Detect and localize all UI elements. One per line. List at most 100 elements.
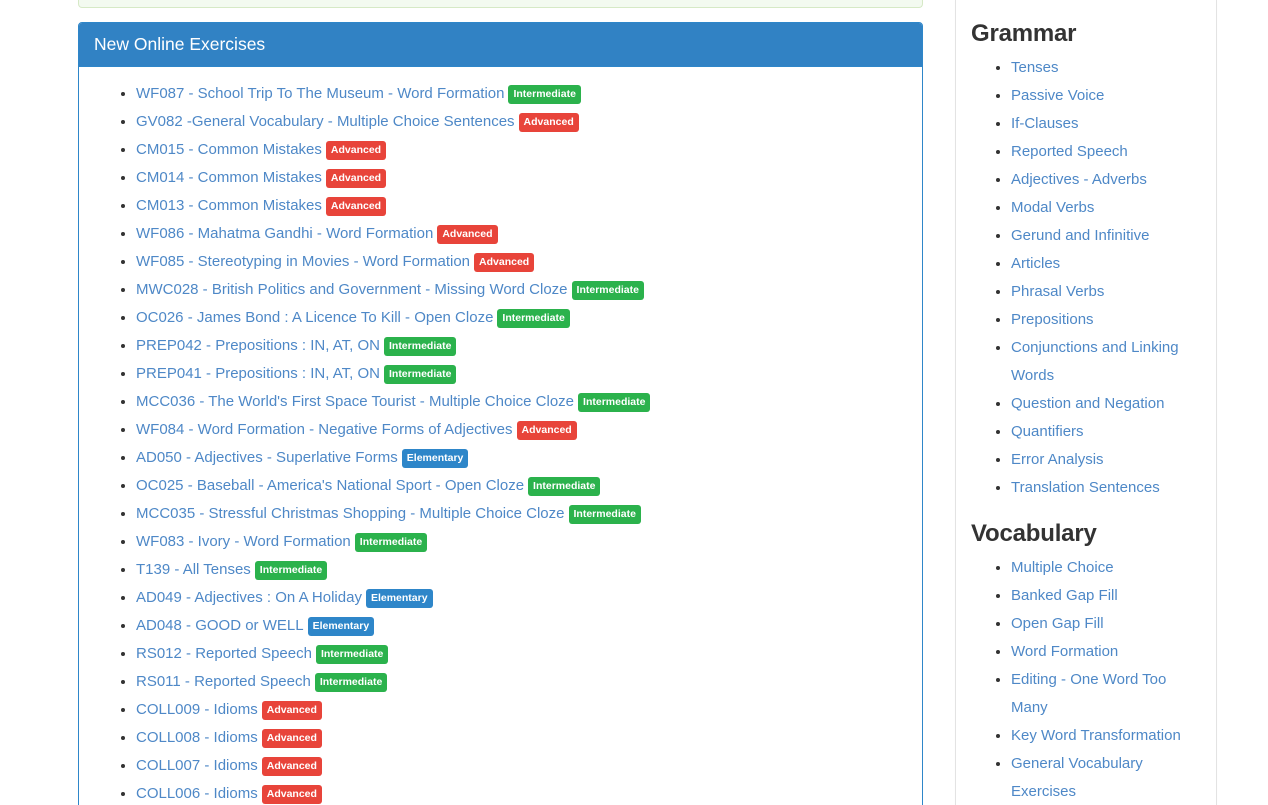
level-badge: Advanced: [262, 757, 322, 776]
level-badge: Intermediate: [578, 393, 650, 412]
exercise-link[interactable]: WF087 - School Trip To The Museum - Word…: [136, 85, 504, 102]
vocabulary-list: Multiple Choice Banked Gap Fill Open Gap F…: [971, 554, 1201, 805]
level-badge: Advanced: [517, 421, 577, 440]
exercise-link[interactable]: RS011 - Reported Speech: [136, 673, 311, 690]
sidebar-list-item: If-Clauses: [1011, 110, 1201, 138]
grammar-list: Tenses Passive Voice If-Clauses Reported Sp…: [971, 54, 1201, 502]
exercise-list-item: MCC036 - The World's First Space Tourist…: [136, 388, 907, 416]
exercise-link[interactable]: WF084 - Word Formation - Negative Forms …: [136, 421, 513, 438]
sidebar-list-item: Prepositions: [1011, 306, 1201, 334]
grammar-link[interactable]: Error Analysis: [1011, 451, 1104, 468]
exercise-list-item: AD049 - Adjectives : On A HolidayElement…: [136, 584, 907, 612]
exercise-link[interactable]: RS012 - Reported Speech: [136, 645, 312, 662]
grammar-link[interactable]: Quantifiers: [1011, 423, 1084, 440]
level-badge: Intermediate: [384, 365, 456, 384]
sidebar-list-item: Translation Sentences: [1011, 474, 1201, 502]
level-badge: Advanced: [474, 253, 534, 272]
grammar-link[interactable]: Adjectives - Adverbs: [1011, 171, 1147, 188]
exercise-link[interactable]: WF086 - Mahatma Gandhi - Word Formation: [136, 225, 433, 242]
exercise-list-item: COLL009 - IdiomsAdvanced: [136, 696, 907, 724]
exercise-list-item: WF086 - Mahatma Gandhi - Word FormationA…: [136, 220, 907, 248]
exercise-link[interactable]: OC025 - Baseball - America's National Sp…: [136, 477, 524, 494]
exercise-link[interactable]: AD050 - Adjectives - Superlative Forms: [136, 449, 398, 466]
sidebar-list-item: Error Analysis: [1011, 446, 1201, 474]
right-sidebar: Grammar TensesPassive VoiceIf-ClausesRep…: [955, 0, 1217, 805]
exercise-list-item: GV082 -General Vocabulary - Multiple Cho…: [136, 108, 907, 136]
exercise-link[interactable]: GV082 -General Vocabulary - Multiple Cho…: [136, 113, 515, 130]
vocabulary-link[interactable]: Word Formation: [1011, 643, 1118, 660]
grammar-link[interactable]: Articles: [1011, 255, 1060, 272]
exercise-list-item: MCC035 - Stressful Christmas Shopping - …: [136, 500, 907, 528]
level-badge: Intermediate: [497, 309, 569, 328]
exercise-link[interactable]: COLL008 - Idioms: [136, 729, 258, 746]
exercise-link[interactable]: AD049 - Adjectives : On A Holiday: [136, 589, 362, 606]
exercise-link[interactable]: CM015 - Common Mistakes: [136, 141, 322, 158]
exercise-link[interactable]: CM013 - Common Mistakes: [136, 197, 322, 214]
exercise-list-item: T139 - All TensesIntermediate: [136, 556, 907, 584]
panel-title: New Online Exercises: [94, 34, 907, 54]
grammar-link[interactable]: Phrasal Verbs: [1011, 283, 1104, 300]
exercise-link[interactable]: AD048 - GOOD or WELL: [136, 617, 304, 634]
grammar-link[interactable]: If-Clauses: [1011, 115, 1079, 132]
exercise-link[interactable]: COLL007 - Idioms: [136, 757, 258, 774]
sidebar-list-item: Phrasal Verbs: [1011, 278, 1201, 306]
grammar-link[interactable]: Question and Negation: [1011, 395, 1164, 412]
exercise-link[interactable]: COLL009 - Idioms: [136, 701, 258, 718]
grammar-link[interactable]: Modal Verbs: [1011, 199, 1094, 216]
exercise-link[interactable]: T139 - All Tenses: [136, 561, 251, 578]
exercise-list-item: AD048 - GOOD or WELLElementary: [136, 612, 907, 640]
grammar-link[interactable]: Reported Speech: [1011, 143, 1128, 160]
exercise-link[interactable]: OC026 - James Bond : A Licence To Kill -…: [136, 309, 493, 326]
vocabulary-link[interactable]: Multiple Choice: [1011, 559, 1114, 576]
exercise-link[interactable]: COLL006 - Idioms: [136, 785, 258, 802]
exercise-link[interactable]: MWC028 - British Politics and Government…: [136, 281, 568, 298]
sidebar-list-item: Modal Verbs: [1011, 194, 1201, 222]
vocabulary-link[interactable]: Banked Gap Fill: [1011, 587, 1118, 604]
exercise-link[interactable]: PREP042 - Prepositions : IN, AT, ON: [136, 337, 380, 354]
level-badge: Intermediate: [255, 561, 327, 580]
page-root: New Online Exercises WF087 - School Trip…: [0, 0, 1268, 805]
exercise-link[interactable]: MCC035 - Stressful Christmas Shopping - …: [136, 505, 565, 522]
sidebar-list-item: Question and Negation: [1011, 390, 1201, 418]
vocabulary-link[interactable]: Key Word Transformation: [1011, 727, 1181, 744]
vocabulary-heading: Vocabulary: [971, 502, 1201, 548]
grammar-link[interactable]: Translation Sentences: [1011, 479, 1160, 496]
exercise-link[interactable]: PREP041 - Prepositions : IN, AT, ON: [136, 365, 380, 382]
new-online-exercises-panel: New Online Exercises WF087 - School Trip…: [78, 22, 923, 805]
level-badge: Intermediate: [528, 477, 600, 496]
level-badge: Intermediate: [508, 85, 580, 104]
exercise-list-item: COLL006 - IdiomsAdvanced: [136, 780, 907, 805]
exercise-link[interactable]: MCC036 - The World's First Space Tourist…: [136, 393, 574, 410]
sidebar-list-item: Gerund and Infinitive: [1011, 222, 1201, 250]
grammar-link[interactable]: Tenses: [1011, 59, 1059, 76]
sidebar-list-item: General Vocabulary Exercises: [1011, 750, 1201, 805]
level-badge: Advanced: [262, 785, 322, 804]
grammar-link[interactable]: Prepositions: [1011, 311, 1094, 328]
sidebar-list-item: Adjectives - Adverbs: [1011, 166, 1201, 194]
sidebar-list-item: Passive Voice: [1011, 82, 1201, 110]
vocabulary-link[interactable]: Open Gap Fill: [1011, 615, 1104, 632]
level-badge: Intermediate: [572, 281, 644, 300]
level-badge: Advanced: [437, 225, 497, 244]
panel-body: WF087 - School Trip To The Museum - Word…: [79, 67, 922, 805]
level-badge: Elementary: [366, 589, 433, 608]
exercise-list-item: RS011 - Reported SpeechIntermediate: [136, 668, 907, 696]
level-badge: Elementary: [402, 449, 469, 468]
sidebar-list-item: Quantifiers: [1011, 418, 1201, 446]
grammar-link[interactable]: Passive Voice: [1011, 87, 1104, 104]
sidebar-list-item: Editing - One Word Too Many: [1011, 666, 1201, 722]
vocabulary-link[interactable]: General Vocabulary Exercises: [1011, 755, 1143, 800]
exercise-list-item: CM013 - Common MistakesAdvanced: [136, 192, 907, 220]
exercise-link[interactable]: WF085 - Stereotyping in Movies - Word Fo…: [136, 253, 470, 270]
level-badge: Intermediate: [316, 645, 388, 664]
grammar-link[interactable]: Conjunctions and Linking Words: [1011, 339, 1179, 384]
grammar-link[interactable]: Gerund and Infinitive: [1011, 227, 1149, 244]
exercise-list-item: RS012 - Reported SpeechIntermediate: [136, 640, 907, 668]
exercise-link[interactable]: CM014 - Common Mistakes: [136, 169, 322, 186]
exercise-list-item: WF083 - Ivory - Word FormationIntermedia…: [136, 528, 907, 556]
grammar-vocabulary-card: Grammar TensesPassive VoiceIf-ClausesRep…: [955, 0, 1217, 805]
vocabulary-link[interactable]: Editing - One Word Too Many: [1011, 671, 1166, 716]
exercise-link[interactable]: WF083 - Ivory - Word Formation: [136, 533, 351, 550]
exercise-list-item: WF084 - Word Formation - Negative Forms …: [136, 416, 907, 444]
exercise-list-item: COLL007 - IdiomsAdvanced: [136, 752, 907, 780]
